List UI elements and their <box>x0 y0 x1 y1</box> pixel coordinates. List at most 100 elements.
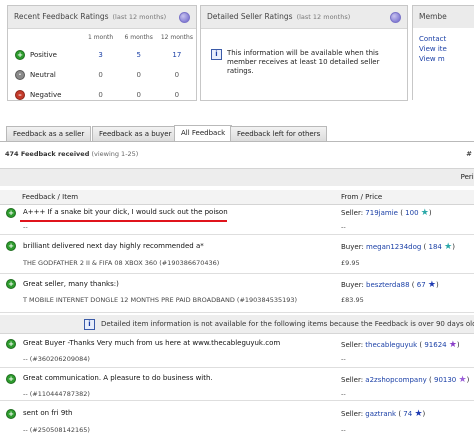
count-right-marker: # <box>466 150 472 158</box>
star-icon: ★ <box>427 279 436 290</box>
col-6-months: 6 months <box>124 33 153 41</box>
star-icon: ★ <box>448 339 457 350</box>
viewing-range: (viewing 1-25) <box>91 150 139 158</box>
recent-ratings-header: Recent Feedback Ratings (last 12 months) <box>8 6 196 29</box>
old-feedback-notice: i Detailed item information is not avail… <box>0 315 474 334</box>
price: £9.95 <box>341 259 360 267</box>
user-link[interactable]: 719jamie <box>365 209 398 217</box>
neutral-6m: 0 <box>136 71 141 79</box>
price: -- <box>341 426 346 434</box>
neutral-label: Neutral <box>30 71 56 79</box>
price: -- <box>341 355 346 363</box>
price: -- <box>341 390 346 398</box>
seller-ratings-message: This information will be available when … <box>227 49 380 75</box>
positive-icon: + <box>6 241 16 251</box>
role-label: Seller: <box>341 341 364 349</box>
help-icon[interactable] <box>390 12 401 23</box>
role-label: Buyer: <box>341 281 364 289</box>
ratings-row-neutral: · Neutral 0 0 0 <box>8 65 196 85</box>
positive-icon: + <box>6 374 16 384</box>
feedback-count-text: 474 Feedback received <box>5 150 90 158</box>
neutral-1m: 0 <box>98 71 103 79</box>
member-title: Membe <box>413 6 474 28</box>
role-label: Seller: <box>341 410 364 418</box>
period-bar: Perio <box>0 168 474 186</box>
negative-12m: 0 <box>174 91 180 99</box>
tab-feedback-left-for-others[interactable]: Feedback left for others <box>230 126 328 141</box>
info-icon: i <box>84 319 95 330</box>
role-label: Buyer: <box>341 243 364 251</box>
period-label[interactable]: Perio <box>461 173 474 181</box>
recent-ratings-subtitle: (last 12 months) <box>112 13 167 21</box>
positive-1m[interactable]: 3 <box>98 51 102 59</box>
negative-label: Negative <box>30 91 62 99</box>
positive-6m[interactable]: 5 <box>136 51 140 59</box>
user-link[interactable]: megan1234dog <box>366 243 421 251</box>
user-score[interactable]: 100 <box>405 209 418 217</box>
ratings-row-negative: – Negative 0 0 0 <box>8 85 196 105</box>
member-panel: Membe Contact View ite View m <box>412 5 474 100</box>
col-12-months: 12 months <box>160 33 193 41</box>
feedback-item: -- (#110444787382) <box>23 390 90 398</box>
feedback-item: -- <box>23 223 28 231</box>
recent-feedback-ratings-panel: Recent Feedback Ratings (last 12 months) … <box>7 5 197 101</box>
feedback-comment: brilliant delivered next day highly reco… <box>23 242 204 250</box>
star-icon: ★ <box>444 241 453 252</box>
positive-12m[interactable]: 17 <box>172 51 181 59</box>
seller-ratings-title: Detailed Seller Ratings <box>207 12 293 21</box>
recent-ratings-title: Recent Feedback Ratings <box>14 12 109 21</box>
detailed-seller-ratings-panel: Detailed Seller Ratings (last 12 months) … <box>200 5 408 101</box>
seller-ratings-header: Detailed Seller Ratings (last 12 months) <box>201 6 407 29</box>
positive-icon: + <box>6 339 16 349</box>
table-row: + Great communication. A pleasure to do … <box>0 368 474 401</box>
highlight-underline <box>20 220 227 222</box>
ratings-table: 1 month 6 months 12 months + Positive 3 5… <box>8 29 196 105</box>
table-row: + sent on fri 9th -- (#250508142165) Sel… <box>0 401 474 439</box>
view-more-link[interactable]: View m <box>419 54 474 64</box>
positive-icon: + <box>15 50 25 60</box>
user-score[interactable]: 74 <box>403 410 412 418</box>
price: -- <box>341 223 346 231</box>
feedback-comment: Great seller, many thanks:) <box>23 280 119 288</box>
neutral-icon: · <box>15 70 25 80</box>
star-icon: ★ <box>458 374 467 385</box>
neutral-12m: 0 <box>174 71 180 79</box>
header-from-price: From / Price <box>341 193 383 201</box>
price: £83.95 <box>341 296 364 304</box>
contact-link[interactable]: Contact <box>419 34 474 44</box>
tabs-divider <box>0 141 474 142</box>
user-score[interactable]: 67 <box>417 281 426 289</box>
info-icon: i <box>211 49 222 60</box>
feedback-comment: A+++ If a snake bit your dick, I would s… <box>23 208 228 216</box>
negative-icon: – <box>15 90 25 100</box>
feedback-item: -- (#250508142165) <box>23 426 90 434</box>
help-icon[interactable] <box>179 12 190 23</box>
user-score[interactable]: 91624 <box>424 341 446 349</box>
user-link[interactable]: gaztrank <box>365 410 396 418</box>
positive-label: Positive <box>30 51 57 59</box>
feedback-comment: sent on fri 9th <box>23 409 73 417</box>
feedback-item[interactable]: T MOBILE INTERNET DONGLE 12 MONTHS PRE P… <box>23 296 297 304</box>
col-1-month: 1 month <box>87 33 114 41</box>
role-label: Seller: <box>341 209 364 217</box>
positive-icon: + <box>6 208 16 218</box>
user-score[interactable]: 184 <box>429 243 442 251</box>
user-link[interactable]: beszterda88 <box>366 281 410 289</box>
tab-feedback-as-buyer[interactable]: Feedback as a buyer <box>92 126 179 141</box>
tab-all-feedback[interactable]: All Feedback <box>174 125 233 142</box>
positive-icon: + <box>6 279 16 289</box>
user-link[interactable]: a2zshopcompany <box>365 376 427 384</box>
user-link[interactable]: thecableguyuk <box>365 341 417 349</box>
tab-feedback-as-seller[interactable]: Feedback as a seller <box>6 126 92 141</box>
ratings-row-positive: + Positive 3 5 17 <box>8 45 196 65</box>
user-score[interactable]: 90130 <box>434 376 456 384</box>
feedback-comment: Great Buyer -Thanks Very much from us he… <box>23 339 281 347</box>
view-items-link[interactable]: View ite <box>419 44 474 54</box>
positive-icon: + <box>6 409 16 419</box>
table-header: Feedback / Item From / Price <box>0 190 474 205</box>
feedback-item: -- (#360206209084) <box>23 355 90 363</box>
feedback-item[interactable]: THE GODFATHER 2 II & FIFA 08 XBOX 360 (#… <box>23 259 219 267</box>
star-icon: ★ <box>420 207 429 218</box>
header-feedback-item: Feedback / Item <box>22 193 79 201</box>
seller-ratings-subtitle: (last 12 months) <box>296 13 351 21</box>
